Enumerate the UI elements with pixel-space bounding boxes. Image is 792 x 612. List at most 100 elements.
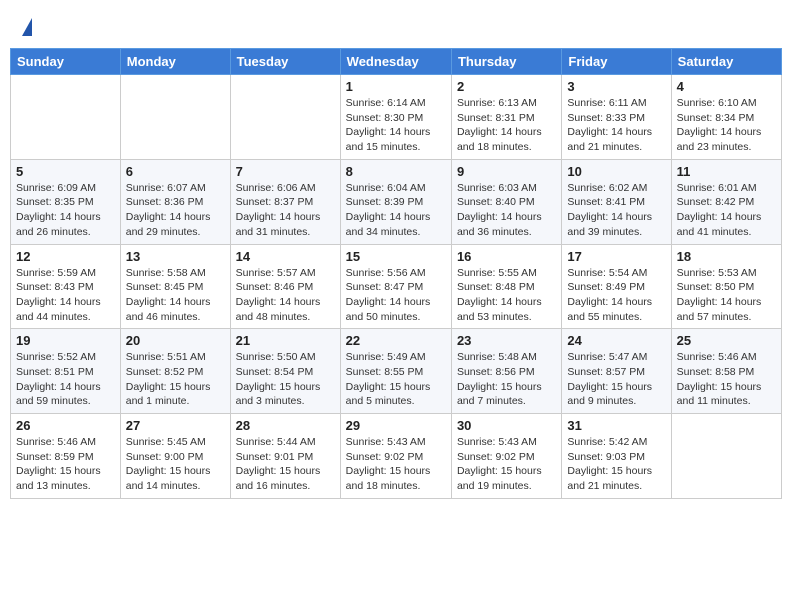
day-number: 21 [236, 333, 335, 348]
calendar-week-row: 5 Sunrise: 6:09 AM Sunset: 8:35 PM Daylig… [11, 159, 782, 244]
day-info: Sunrise: 5:48 AM Sunset: 8:56 PM Dayligh… [457, 350, 556, 409]
calendar-cell: 12 Sunrise: 5:59 AM Sunset: 8:43 PM Dayli… [11, 244, 121, 329]
day-info: Sunrise: 6:11 AM Sunset: 8:33 PM Dayligh… [567, 96, 665, 155]
calendar-cell: 31 Sunrise: 5:42 AM Sunset: 9:03 PM Dayli… [562, 414, 671, 499]
day-number: 8 [346, 164, 446, 179]
calendar-cell: 16Sunrise: 5:55 AM Sunset: 8:48 PM Dayli… [451, 244, 561, 329]
day-info: Sunrise: 6:10 AM Sunset: 8:34 PM Dayligh… [677, 96, 776, 155]
day-info: Sunrise: 6:03 AM Sunset: 8:40 PM Dayligh… [457, 181, 556, 240]
day-number: 22 [346, 333, 446, 348]
day-info: Sunrise: 5:50 AM Sunset: 8:54 PM Dayligh… [236, 350, 335, 409]
calendar-cell: 24 Sunrise: 5:47 AM Sunset: 8:57 PM Dayli… [562, 329, 671, 414]
calendar-cell: 21 Sunrise: 5:50 AM Sunset: 8:54 PM Dayli… [230, 329, 340, 414]
day-info: Sunrise: 6:06 AM Sunset: 8:37 PM Dayligh… [236, 181, 335, 240]
day-number: 13 [126, 249, 225, 264]
day-number: 27 [126, 418, 225, 433]
day-info: Sunrise: 5:44 AM Sunset: 9:01 PM Dayligh… [236, 435, 335, 494]
day-info: Sunrise: 5:53 AM Sunset: 8:50 PM Dayligh… [677, 266, 776, 325]
calendar-cell: 29 Sunrise: 5:43 AM Sunset: 9:02 PM Dayli… [340, 414, 451, 499]
day-info: Sunrise: 5:57 AM Sunset: 8:46 PM Dayligh… [236, 266, 335, 325]
day-info: Sunrise: 5:54 AM Sunset: 8:49 PM Dayligh… [567, 266, 665, 325]
day-number: 10 [567, 164, 665, 179]
page-header [10, 10, 782, 44]
day-number: 28 [236, 418, 335, 433]
calendar-cell: 25 Sunrise: 5:46 AM Sunset: 8:58 PM Dayli… [671, 329, 781, 414]
calendar-header-sunday: Sunday [11, 49, 121, 75]
day-number: 11 [677, 164, 776, 179]
day-info: Sunrise: 6:09 AM Sunset: 8:35 PM Dayligh… [16, 181, 115, 240]
calendar-cell: 2 Sunrise: 6:13 AM Sunset: 8:31 PM Daylig… [451, 75, 561, 160]
calendar-cell [671, 414, 781, 499]
calendar-cell: 26Sunrise: 5:46 AM Sunset: 8:59 PM Dayli… [11, 414, 121, 499]
calendar-cell: 3Sunrise: 6:11 AM Sunset: 8:33 PM Daylig… [562, 75, 671, 160]
calendar-cell: 6Sunrise: 6:07 AM Sunset: 8:36 PM Daylig… [120, 159, 230, 244]
calendar-cell [230, 75, 340, 160]
day-info: Sunrise: 5:58 AM Sunset: 8:45 PM Dayligh… [126, 266, 225, 325]
day-number: 12 [16, 249, 115, 264]
day-info: Sunrise: 5:47 AM Sunset: 8:57 PM Dayligh… [567, 350, 665, 409]
calendar-week-row: 26Sunrise: 5:46 AM Sunset: 8:59 PM Dayli… [11, 414, 782, 499]
day-info: Sunrise: 5:46 AM Sunset: 8:58 PM Dayligh… [677, 350, 776, 409]
calendar-header-friday: Friday [562, 49, 671, 75]
day-info: Sunrise: 5:46 AM Sunset: 8:59 PM Dayligh… [16, 435, 115, 494]
calendar-week-row: 12 Sunrise: 5:59 AM Sunset: 8:43 PM Dayli… [11, 244, 782, 329]
calendar-cell: 15 Sunrise: 5:56 AM Sunset: 8:47 PM Dayli… [340, 244, 451, 329]
day-info: Sunrise: 5:43 AM Sunset: 9:02 PM Dayligh… [457, 435, 556, 494]
day-info: Sunrise: 5:55 AM Sunset: 8:48 PM Dayligh… [457, 266, 556, 325]
calendar-cell: 5 Sunrise: 6:09 AM Sunset: 8:35 PM Daylig… [11, 159, 121, 244]
calendar-header-monday: Monday [120, 49, 230, 75]
calendar-header-tuesday: Tuesday [230, 49, 340, 75]
day-info: Sunrise: 5:45 AM Sunset: 9:00 PM Dayligh… [126, 435, 225, 494]
calendar-table: SundayMondayTuesdayWednesdayThursdayFrid… [10, 48, 782, 499]
calendar-cell: 19Sunrise: 5:52 AM Sunset: 8:51 PM Dayli… [11, 329, 121, 414]
calendar-cell: 18 Sunrise: 5:53 AM Sunset: 8:50 PM Dayli… [671, 244, 781, 329]
calendar-cell: 23 Sunrise: 5:48 AM Sunset: 8:56 PM Dayli… [451, 329, 561, 414]
calendar-cell: 30 Sunrise: 5:43 AM Sunset: 9:02 PM Dayli… [451, 414, 561, 499]
day-info: Sunrise: 5:56 AM Sunset: 8:47 PM Dayligh… [346, 266, 446, 325]
calendar-cell: 9 Sunrise: 6:03 AM Sunset: 8:40 PM Daylig… [451, 159, 561, 244]
day-number: 15 [346, 249, 446, 264]
calendar-cell: 27 Sunrise: 5:45 AM Sunset: 9:00 PM Dayli… [120, 414, 230, 499]
day-number: 23 [457, 333, 556, 348]
day-number: 2 [457, 79, 556, 94]
calendar-cell: 13 Sunrise: 5:58 AM Sunset: 8:45 PM Dayli… [120, 244, 230, 329]
calendar-header-wednesday: Wednesday [340, 49, 451, 75]
calendar-header-row: SundayMondayTuesdayWednesdayThursdayFrid… [11, 49, 782, 75]
calendar-cell: 28 Sunrise: 5:44 AM Sunset: 9:01 PM Dayli… [230, 414, 340, 499]
calendar-cell: 1 Sunrise: 6:14 AM Sunset: 8:30 PM Daylig… [340, 75, 451, 160]
day-number: 20 [126, 333, 225, 348]
day-number: 6 [126, 164, 225, 179]
calendar-week-row: 19Sunrise: 5:52 AM Sunset: 8:51 PM Dayli… [11, 329, 782, 414]
day-info: Sunrise: 6:02 AM Sunset: 8:41 PM Dayligh… [567, 181, 665, 240]
day-number: 1 [346, 79, 446, 94]
day-info: Sunrise: 5:59 AM Sunset: 8:43 PM Dayligh… [16, 266, 115, 325]
calendar-cell [11, 75, 121, 160]
day-info: Sunrise: 5:51 AM Sunset: 8:52 PM Dayligh… [126, 350, 225, 409]
day-info: Sunrise: 5:42 AM Sunset: 9:03 PM Dayligh… [567, 435, 665, 494]
day-info: Sunrise: 6:14 AM Sunset: 8:30 PM Dayligh… [346, 96, 446, 155]
day-info: Sunrise: 6:13 AM Sunset: 8:31 PM Dayligh… [457, 96, 556, 155]
day-number: 14 [236, 249, 335, 264]
calendar-cell: 8Sunrise: 6:04 AM Sunset: 8:39 PM Daylig… [340, 159, 451, 244]
calendar-cell [120, 75, 230, 160]
calendar-cell: 10 Sunrise: 6:02 AM Sunset: 8:41 PM Dayli… [562, 159, 671, 244]
logo [20, 18, 32, 38]
day-number: 24 [567, 333, 665, 348]
calendar-cell: 22 Sunrise: 5:49 AM Sunset: 8:55 PM Dayli… [340, 329, 451, 414]
day-number: 9 [457, 164, 556, 179]
day-number: 30 [457, 418, 556, 433]
calendar-cell: 17Sunrise: 5:54 AM Sunset: 8:49 PM Dayli… [562, 244, 671, 329]
day-number: 4 [677, 79, 776, 94]
day-number: 31 [567, 418, 665, 433]
day-info: Sunrise: 5:43 AM Sunset: 9:02 PM Dayligh… [346, 435, 446, 494]
day-info: Sunrise: 5:49 AM Sunset: 8:55 PM Dayligh… [346, 350, 446, 409]
day-number: 25 [677, 333, 776, 348]
day-number: 18 [677, 249, 776, 264]
calendar-week-row: 1 Sunrise: 6:14 AM Sunset: 8:30 PM Daylig… [11, 75, 782, 160]
calendar-header-saturday: Saturday [671, 49, 781, 75]
logo-triangle-icon [22, 18, 32, 36]
day-info: Sunrise: 5:52 AM Sunset: 8:51 PM Dayligh… [16, 350, 115, 409]
calendar-cell: 4 Sunrise: 6:10 AM Sunset: 8:34 PM Daylig… [671, 75, 781, 160]
day-number: 5 [16, 164, 115, 179]
day-number: 29 [346, 418, 446, 433]
